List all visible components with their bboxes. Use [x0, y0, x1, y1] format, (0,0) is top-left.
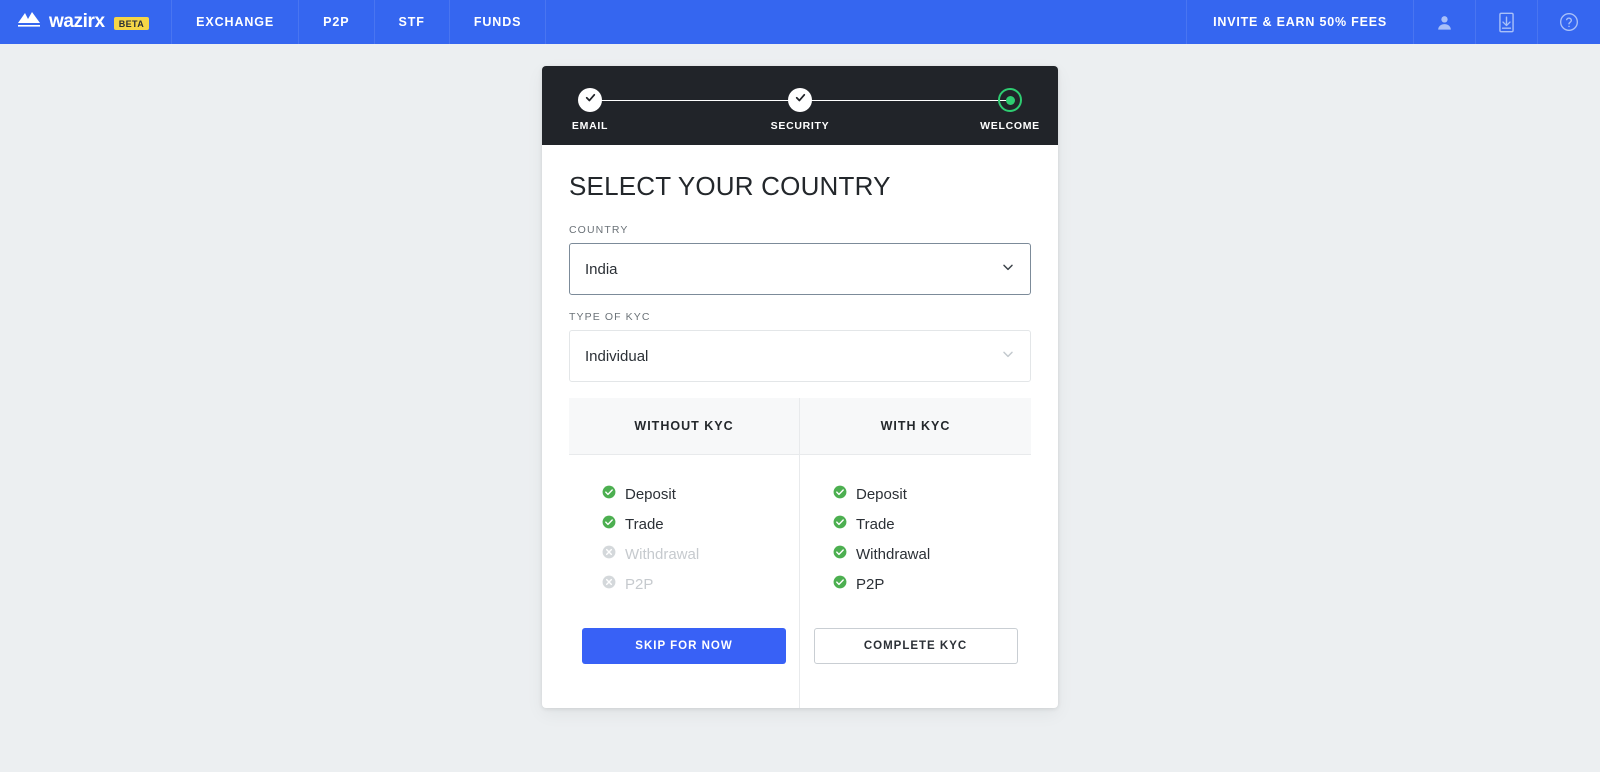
feature-row: P2P	[602, 569, 799, 599]
nav-item-stf[interactable]: STF	[375, 0, 450, 44]
download-app-button[interactable]	[1476, 0, 1538, 44]
check-circle-icon	[602, 515, 616, 534]
stepper-connector-1	[590, 100, 800, 101]
feature-label: Withdrawal	[856, 546, 930, 563]
country-select[interactable]: India	[569, 243, 1031, 295]
feature-label: Trade	[625, 516, 664, 533]
card-body: SELECT YOUR COUNTRY COUNTRY India TYPE O…	[542, 145, 1058, 708]
onboarding-card: EMAIL SECURITY	[542, 66, 1058, 708]
onboarding-stepper: EMAIL SECURITY	[542, 66, 1058, 145]
x-circle-icon	[602, 545, 616, 564]
step-welcome-dot	[998, 88, 1022, 112]
step-welcome-label: WELCOME	[980, 120, 1040, 132]
nav-item-funds[interactable]: FUNDS	[450, 0, 547, 44]
page-title: SELECT YOUR COUNTRY	[569, 171, 1031, 202]
stepper-connector-2	[800, 100, 1010, 101]
skip-for-now-button[interactable]: SKIP FOR NOW	[582, 628, 786, 664]
check-circle-icon	[833, 575, 847, 594]
chevron-down-icon	[1000, 346, 1016, 367]
stepper-steps: EMAIL SECURITY	[590, 88, 1010, 132]
feature-label: Deposit	[625, 486, 676, 503]
feature-row: P2P	[833, 569, 1031, 599]
column-with-kyc: WITH KYC Deposit	[800, 398, 1031, 708]
step-email-dot	[578, 88, 602, 112]
dot-icon	[1006, 96, 1015, 105]
top-navbar: wazirx BETA EXCHANGE P2P STF FUNDS INVIT…	[0, 0, 1600, 44]
feature-row: Trade	[833, 509, 1031, 539]
with-kyc-feature-list: Deposit Trade	[800, 455, 1031, 599]
nav-item-exchange[interactable]: EXCHANGE	[172, 0, 299, 44]
feature-row: Withdrawal	[602, 539, 799, 569]
without-kyc-action-wrap: SKIP FOR NOW	[569, 599, 799, 708]
chevron-down-icon	[1000, 259, 1016, 280]
check-icon	[584, 91, 597, 109]
feature-row: Trade	[602, 509, 799, 539]
kyc-type-field: TYPE OF KYC Individual	[569, 311, 1031, 382]
download-icon	[1497, 12, 1516, 33]
x-circle-icon	[602, 575, 616, 594]
kyc-type-select[interactable]: Individual	[569, 330, 1031, 382]
user-icon	[1435, 13, 1454, 32]
help-button[interactable]	[1538, 0, 1600, 44]
feature-row: Withdrawal	[833, 539, 1031, 569]
feature-row: Deposit	[602, 479, 799, 509]
nav-item-p2p[interactable]: P2P	[299, 0, 374, 44]
country-field-label: COUNTRY	[569, 224, 1031, 236]
step-email-label: EMAIL	[572, 120, 608, 132]
check-icon	[794, 91, 807, 109]
feature-label: P2P	[856, 576, 884, 593]
brand-logo[interactable]: wazirx BETA	[0, 0, 172, 44]
check-circle-icon	[833, 545, 847, 564]
feature-label: Trade	[856, 516, 895, 533]
kyc-type-select-value: Individual	[585, 348, 648, 365]
feature-row: Deposit	[833, 479, 1031, 509]
step-security-dot	[788, 88, 812, 112]
country-field: COUNTRY India	[569, 224, 1031, 295]
page-content: EMAIL SECURITY	[0, 44, 1600, 708]
step-security-label: SECURITY	[771, 120, 830, 132]
feature-label: Deposit	[856, 486, 907, 503]
user-account-button[interactable]	[1414, 0, 1476, 44]
check-circle-icon	[833, 485, 847, 504]
navbar-spacer	[546, 0, 1186, 44]
complete-kyc-button[interactable]: COMPLETE KYC	[814, 628, 1018, 664]
with-kyc-action-wrap: COMPLETE KYC	[800, 599, 1031, 708]
wazirx-logo-icon	[16, 10, 42, 35]
help-circle-icon	[1559, 12, 1579, 32]
kyc-comparison-table: WITHOUT KYC Deposit	[569, 398, 1031, 708]
column-without-kyc-header: WITHOUT KYC	[569, 398, 799, 455]
kyc-type-field-label: TYPE OF KYC	[569, 311, 1031, 323]
check-circle-icon	[602, 485, 616, 504]
column-without-kyc: WITHOUT KYC Deposit	[569, 398, 800, 708]
brand-wordmark: wazirx	[49, 11, 105, 33]
check-circle-icon	[833, 515, 847, 534]
invite-and-earn-link[interactable]: INVITE & EARN 50% FEES	[1186, 0, 1414, 44]
country-select-value: India	[585, 261, 618, 278]
beta-badge: BETA	[114, 17, 149, 30]
without-kyc-feature-list: Deposit Trade	[569, 455, 799, 599]
feature-label: P2P	[625, 576, 653, 593]
feature-label: Withdrawal	[625, 546, 699, 563]
column-with-kyc-header: WITH KYC	[800, 398, 1031, 455]
